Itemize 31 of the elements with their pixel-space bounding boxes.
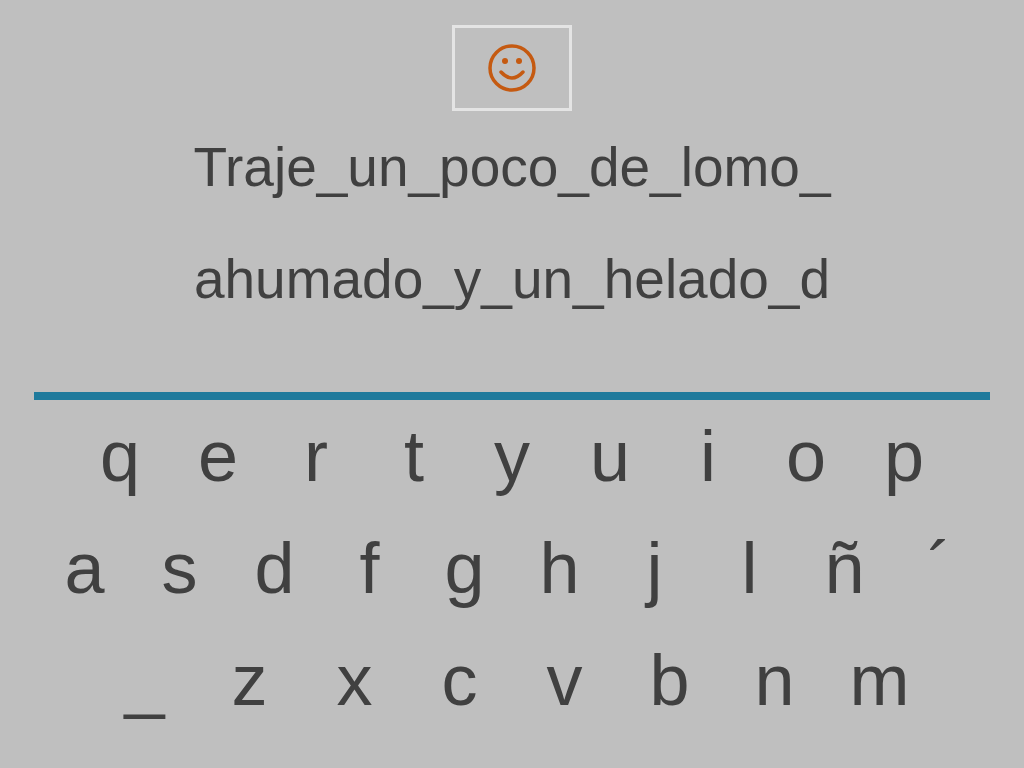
letter-key[interactable]: q <box>90 406 150 506</box>
letter-key[interactable]: p <box>874 406 934 506</box>
letter-key[interactable]: g <box>434 518 495 618</box>
letter-key[interactable]: c <box>429 630 490 730</box>
letter-key[interactable]: _ <box>114 630 175 730</box>
sentence-text: ahumado_y_un_helado_d <box>193 247 831 312</box>
letter-key[interactable]: d <box>244 518 305 618</box>
letter-key[interactable]: n <box>744 630 805 730</box>
letter-key[interactable]: t <box>384 406 444 506</box>
letter-key[interactable]: m <box>849 630 910 730</box>
letter-key[interactable]: r <box>286 406 346 506</box>
letter-key[interactable]: s <box>149 518 210 618</box>
letter-key[interactable]: y <box>482 406 542 506</box>
letter-key[interactable]: v <box>534 630 595 730</box>
letter-key[interactable]: e <box>188 406 248 506</box>
letter-key[interactable]: a <box>54 518 115 618</box>
hint-box[interactable] <box>452 25 572 111</box>
letter-key[interactable]: x <box>324 630 385 730</box>
letter-key[interactable]: f <box>339 518 400 618</box>
letter-key[interactable]: b <box>639 630 700 730</box>
letter-key[interactable]: j <box>624 518 685 618</box>
sentence-text: Traje_un_poco_de_lomo_ <box>193 135 831 200</box>
letter-key[interactable]: l <box>719 518 780 618</box>
letter-key[interactable]: o <box>776 406 836 506</box>
letter-key[interactable]: i <box>678 406 738 506</box>
letter-key[interactable]: ñ <box>814 518 875 618</box>
letter-key[interactable]: u <box>580 406 640 506</box>
letter-key[interactable]: h <box>529 518 590 618</box>
smiley-icon <box>486 42 538 94</box>
letter-key[interactable]: z <box>219 630 280 730</box>
letter-key[interactable]: ´ <box>909 518 970 618</box>
